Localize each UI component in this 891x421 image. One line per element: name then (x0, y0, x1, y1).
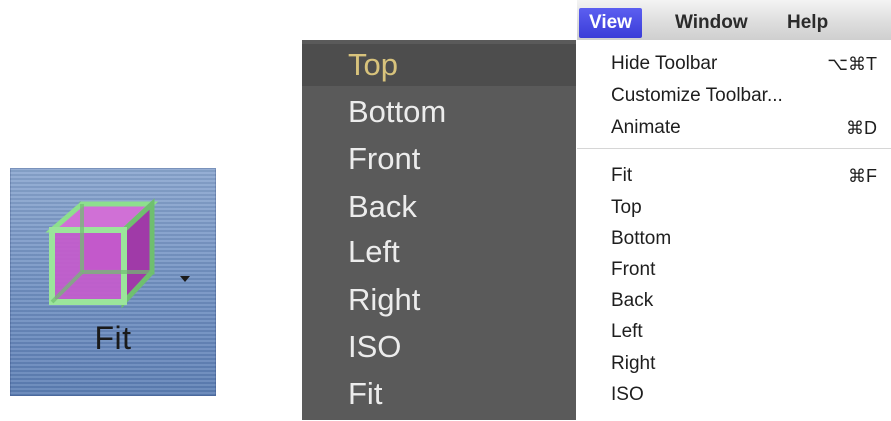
view-popup-menu: Top Bottom Front Back Left Right ISO Fit (302, 40, 576, 420)
shortcut-fit: ⌘F (848, 166, 877, 186)
dropdown-arrow-icon[interactable] (180, 276, 190, 282)
popup-item-fit[interactable]: Fit (348, 377, 382, 411)
menu-item-customize-toolbar[interactable]: Customize Toolbar... (611, 84, 783, 108)
popup-item-iso[interactable]: ISO (348, 330, 401, 364)
menu-item-bottom[interactable]: Bottom (611, 227, 671, 251)
popup-item-right[interactable]: Right (348, 283, 420, 317)
shortcut-animate: ⌘D (846, 118, 877, 138)
menu-window[interactable]: Window (665, 8, 758, 38)
menu-view[interactable]: View (579, 8, 642, 38)
popup-item-left[interactable]: Left (348, 235, 400, 269)
menu-item-top[interactable]: Top (611, 196, 642, 220)
menu-item-iso[interactable]: ISO (611, 383, 644, 407)
fit-button-label: Fit (94, 320, 132, 356)
menu-item-fit[interactable]: Fit (611, 164, 632, 188)
cube-icon (45, 198, 159, 309)
view-menu-dropdown: Hide Toolbar ⌥⌘T Customize Toolbar... An… (577, 40, 891, 421)
menu-help[interactable]: Help (777, 8, 838, 38)
menu-item-left[interactable]: Left (611, 320, 643, 344)
fit-toolbar-button[interactable]: Fit (10, 168, 216, 396)
popup-selection-highlight (302, 44, 576, 86)
popup-item-bottom[interactable]: Bottom (348, 95, 446, 129)
menu-bar: View Window Help (577, 0, 891, 41)
menu-item-hide-toolbar[interactable]: Hide Toolbar (611, 52, 717, 76)
popup-item-back[interactable]: Back (348, 190, 417, 224)
popup-item-front[interactable]: Front (348, 142, 420, 176)
popup-item-top[interactable]: Top (348, 48, 398, 82)
menu-item-right[interactable]: Right (611, 352, 655, 376)
shortcut-hide-toolbar: ⌥⌘T (827, 54, 877, 74)
menu-item-animate[interactable]: Animate (611, 116, 681, 140)
menu-separator (577, 148, 891, 149)
menu-item-front[interactable]: Front (611, 258, 655, 282)
menu-item-back[interactable]: Back (611, 289, 653, 313)
